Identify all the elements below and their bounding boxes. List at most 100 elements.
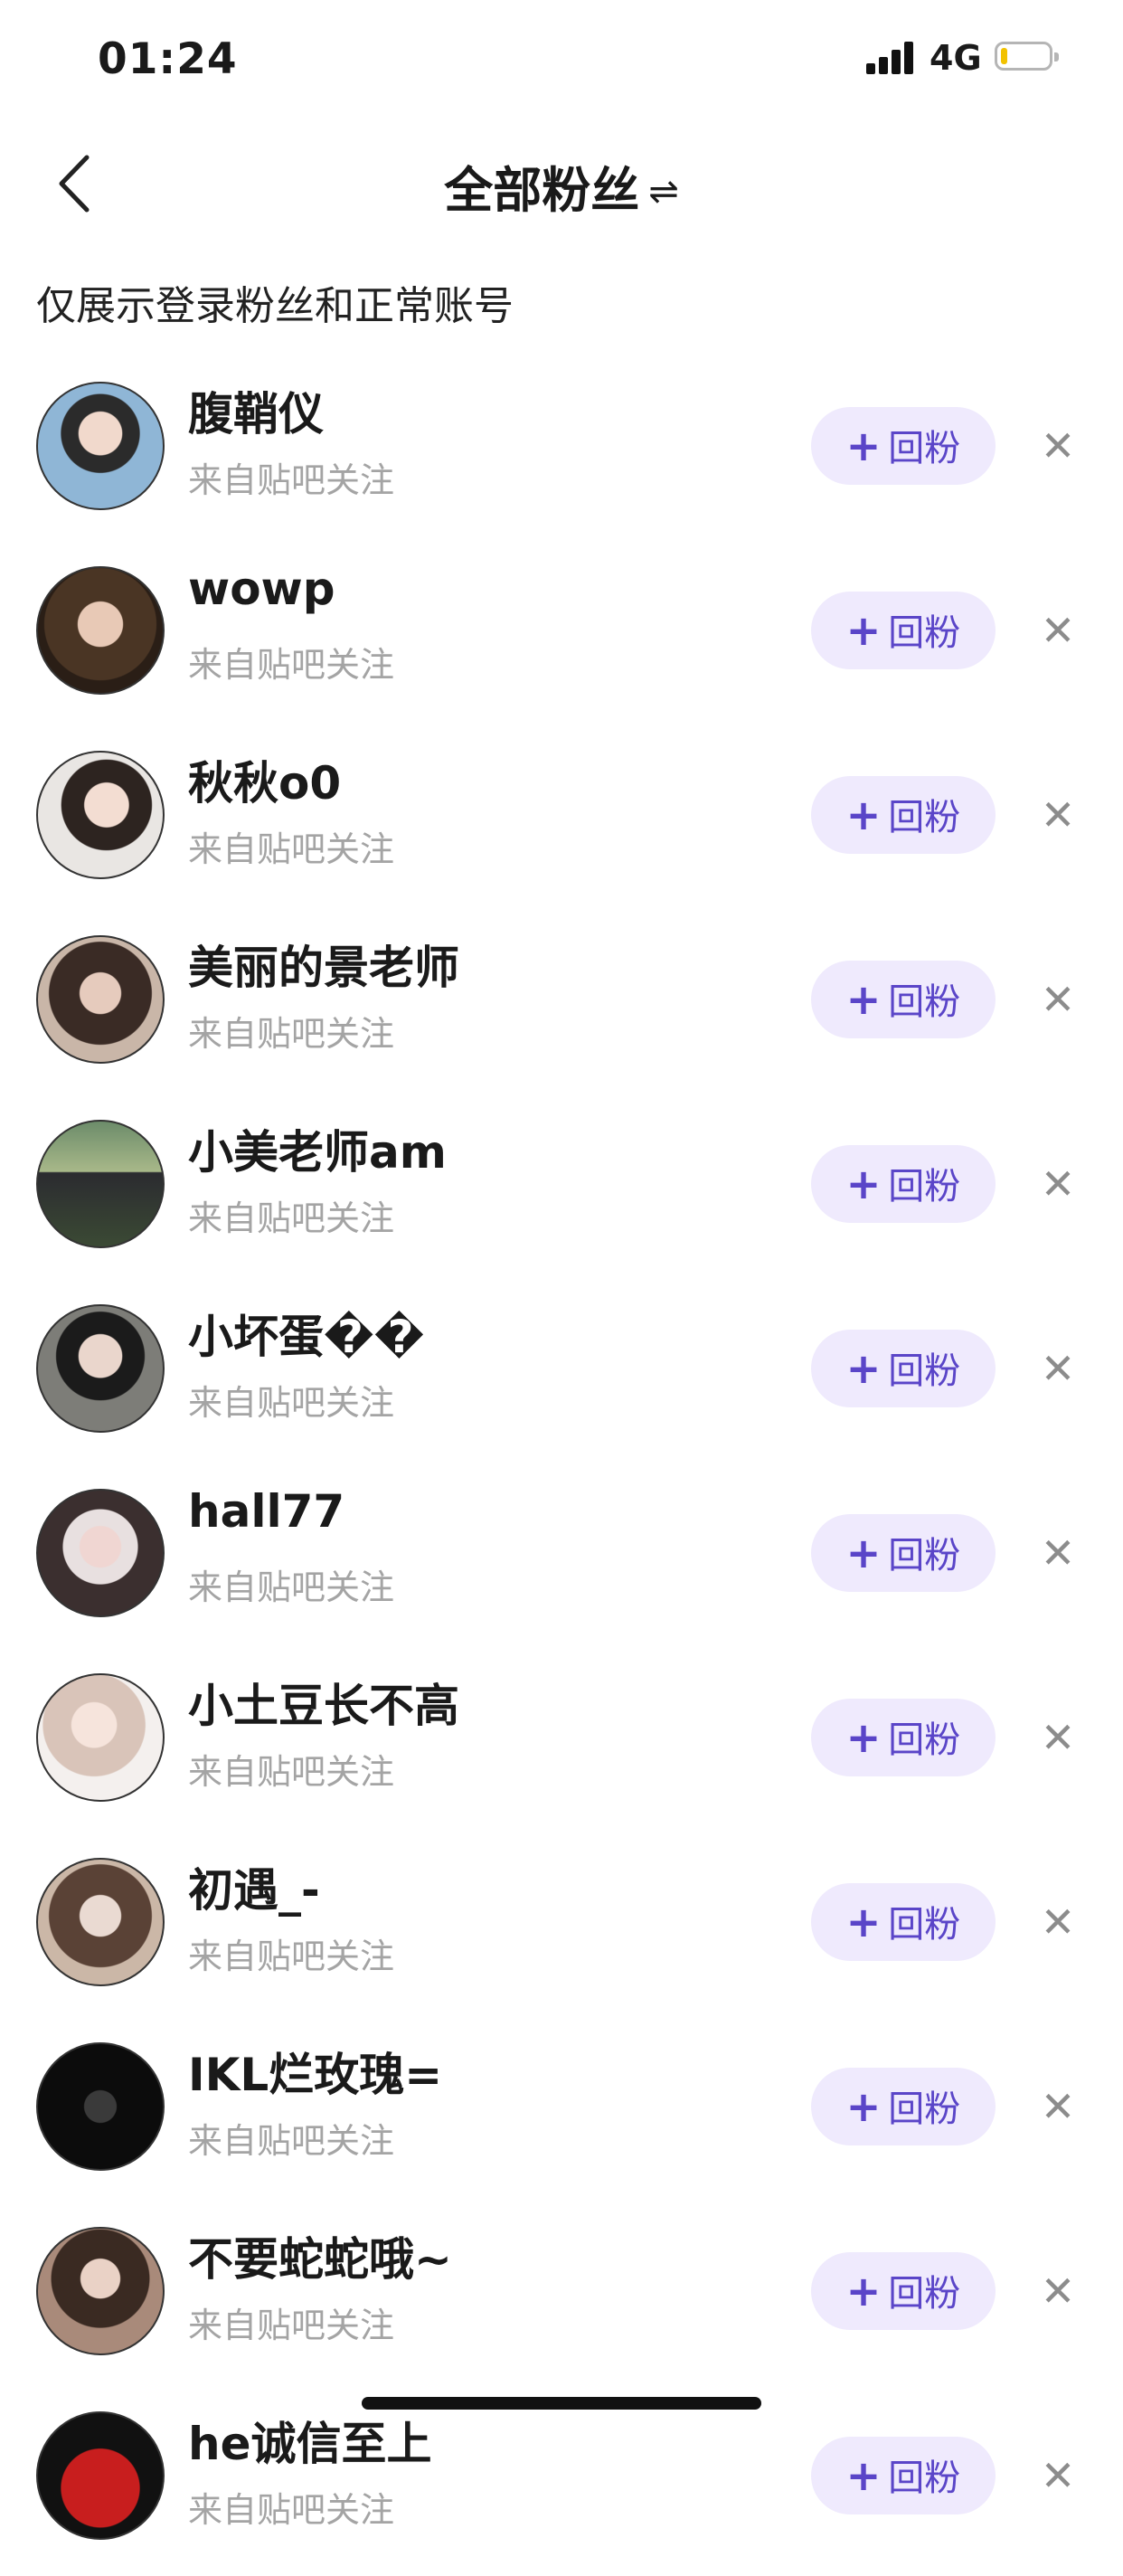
close-icon[interactable]: ✕ bbox=[1040, 1530, 1076, 1576]
follower-source: 来自贴吧关注 bbox=[188, 1014, 395, 1054]
nav-bar: 全部粉丝 ⇌ bbox=[0, 118, 1123, 244]
plus-icon: + bbox=[845, 421, 882, 470]
follower-row[interactable]: wowp 来自贴吧关注 + 回粉 ✕ bbox=[0, 546, 1123, 731]
follower-list: 腹鞘仪 来自贴吧关注 + 回粉 ✕ wowp 来自贴吧关注 + 回粉 ✕ 秋秋o0 来自贴吧关注 + 回粉… bbox=[0, 362, 1123, 2576]
follow-back-label: 回粉 bbox=[888, 2458, 961, 2499]
avatar[interactable] bbox=[36, 2042, 165, 2171]
avatar[interactable] bbox=[36, 935, 165, 1064]
follow-back-button[interactable]: + 回粉 bbox=[811, 1699, 996, 1776]
close-icon[interactable]: ✕ bbox=[1040, 1346, 1076, 1391]
battery-icon bbox=[995, 42, 1059, 71]
notice-text: 仅展示登录粉丝和正常账号 bbox=[36, 283, 514, 329]
follower-source: 来自贴吧关注 bbox=[188, 460, 395, 500]
follower-row[interactable]: 小坏蛋�� 来自贴吧关注 + 回粉 ✕ bbox=[0, 1284, 1123, 1469]
follow-back-label: 回粉 bbox=[888, 1350, 961, 1392]
follow-back-button[interactable]: + 回粉 bbox=[811, 407, 996, 485]
follower-name[interactable]: hall77 bbox=[188, 1485, 344, 1538]
plus-icon: + bbox=[845, 2267, 882, 2316]
follow-back-button[interactable]: + 回粉 bbox=[811, 1145, 996, 1223]
follow-back-label: 回粉 bbox=[888, 1535, 961, 1577]
follower-source: 来自贴吧关注 bbox=[188, 645, 395, 685]
follower-name[interactable]: 初遇_- bbox=[188, 1854, 320, 1919]
follower-source: 来自贴吧关注 bbox=[188, 1937, 395, 1976]
avatar[interactable] bbox=[36, 2411, 165, 2540]
follower-name[interactable]: 小坏蛋�� bbox=[188, 1301, 424, 1366]
follower-source: 来自贴吧关注 bbox=[188, 1567, 395, 1607]
follow-back-button[interactable]: + 回粉 bbox=[811, 961, 996, 1038]
follow-back-button[interactable]: + 回粉 bbox=[811, 2068, 996, 2145]
follow-back-label: 回粉 bbox=[888, 428, 961, 469]
follower-name[interactable]: 小美老师am bbox=[188, 1116, 447, 1181]
avatar[interactable] bbox=[36, 1489, 165, 1617]
follower-name[interactable]: wowp bbox=[188, 563, 335, 615]
follower-row[interactable]: 美丽的景老师来自贴吧关注 + 回粉 ✕ bbox=[0, 915, 1123, 1100]
close-icon[interactable]: ✕ bbox=[1040, 2453, 1076, 2498]
close-icon[interactable]: ✕ bbox=[1040, 792, 1076, 838]
follower-source: 来自贴吧关注 bbox=[188, 1752, 395, 1792]
avatar[interactable] bbox=[36, 2227, 165, 2355]
avatar[interactable] bbox=[36, 1120, 165, 1248]
follower-name[interactable]: 腹鞘仪 bbox=[188, 378, 324, 443]
follow-back-label: 回粉 bbox=[888, 2273, 961, 2315]
avatar[interactable] bbox=[36, 1304, 165, 1433]
follower-name[interactable]: IKL烂玫瑰= bbox=[188, 2039, 442, 2104]
follower-row[interactable]: 小土豆长不高来自贴吧关注 + 回粉 ✕ bbox=[0, 1653, 1123, 1838]
follow-back-label: 回粉 bbox=[888, 1166, 961, 1208]
follower-row[interactable]: 秋秋o0 来自贴吧关注 + 回粉 ✕ bbox=[0, 731, 1123, 915]
follower-source: 来自贴吧关注 bbox=[188, 2490, 395, 2530]
follower-row[interactable]: IKL烂玫瑰= 来自贴吧关注 + 回粉 ✕ bbox=[0, 2022, 1123, 2207]
follow-back-button[interactable]: + 回粉 bbox=[811, 776, 996, 854]
close-icon[interactable]: ✕ bbox=[1040, 1899, 1076, 1945]
follow-back-button[interactable]: + 回粉 bbox=[811, 2437, 996, 2514]
swap-icon: ⇌ bbox=[648, 171, 679, 213]
follower-row[interactable]: 腹鞘仪来自贴吧关注 + 回粉 ✕ bbox=[0, 362, 1123, 546]
follower-source: 来自贴吧关注 bbox=[188, 1383, 395, 1423]
plus-icon: + bbox=[845, 1529, 882, 1577]
plus-icon: + bbox=[845, 2082, 882, 2131]
status-time: 01:24 bbox=[98, 34, 238, 84]
follower-row[interactable]: hall77 来自贴吧关注 + 回粉 ✕ bbox=[0, 1469, 1123, 1653]
follower-source: 来自贴吧关注 bbox=[188, 2306, 395, 2345]
close-icon[interactable]: ✕ bbox=[1040, 977, 1076, 1022]
close-icon[interactable]: ✕ bbox=[1040, 2268, 1076, 2314]
home-indicator bbox=[362, 2397, 761, 2410]
page-title: 全部粉丝 bbox=[444, 162, 640, 219]
follower-row[interactable]: 初遇_- 来自贴吧关注 + 回粉 ✕ bbox=[0, 1838, 1123, 2022]
follower-name[interactable]: 小土豆长不高 bbox=[188, 1670, 459, 1735]
follower-row[interactable]: he诚信至上来自贴吧关注 + 回粉 ✕ bbox=[0, 2391, 1123, 2576]
plus-icon: + bbox=[845, 606, 882, 655]
plus-icon: + bbox=[845, 975, 882, 1024]
plus-icon: + bbox=[845, 1344, 882, 1393]
follow-back-label: 回粉 bbox=[888, 1904, 961, 1946]
follow-back-button[interactable]: + 回粉 bbox=[811, 1514, 996, 1592]
follower-row[interactable]: 小美老师am 来自贴吧关注 + 回粉 ✕ bbox=[0, 1100, 1123, 1284]
follow-back-button[interactable]: + 回粉 bbox=[811, 1330, 996, 1407]
follower-source: 来自贴吧关注 bbox=[188, 2121, 395, 2161]
plus-icon: + bbox=[845, 1898, 882, 1946]
close-icon[interactable]: ✕ bbox=[1040, 608, 1076, 653]
avatar[interactable] bbox=[36, 751, 165, 879]
follower-name[interactable]: 美丽的景老师 bbox=[188, 932, 459, 997]
avatar[interactable] bbox=[36, 382, 165, 510]
close-icon[interactable]: ✕ bbox=[1040, 1161, 1076, 1207]
follow-back-button[interactable]: + 回粉 bbox=[811, 1883, 996, 1961]
follower-name[interactable]: 不要蛇蛇哦~ bbox=[188, 2223, 452, 2288]
follower-name[interactable]: he诚信至上 bbox=[188, 2408, 432, 2473]
status-bar: 01:24 4G bbox=[0, 0, 1123, 118]
close-icon[interactable]: ✕ bbox=[1040, 1715, 1076, 1760]
avatar[interactable] bbox=[36, 1673, 165, 1802]
follower-source: 来自贴吧关注 bbox=[188, 829, 395, 869]
follower-name[interactable]: 秋秋o0 bbox=[188, 747, 341, 812]
close-icon[interactable]: ✕ bbox=[1040, 423, 1076, 469]
avatar[interactable] bbox=[36, 566, 165, 695]
plus-icon: + bbox=[845, 2451, 882, 2500]
plus-icon: + bbox=[845, 1713, 882, 1762]
follow-back-label: 回粉 bbox=[888, 612, 961, 654]
title-switch[interactable]: 全部粉丝 ⇌ bbox=[0, 150, 1123, 222]
follow-back-button[interactable]: + 回粉 bbox=[811, 592, 996, 669]
close-icon[interactable]: ✕ bbox=[1040, 2084, 1076, 2129]
follow-back-button[interactable]: + 回粉 bbox=[811, 2252, 996, 2330]
follower-row[interactable]: 不要蛇蛇哦~ 来自贴吧关注 + 回粉 ✕ bbox=[0, 2207, 1123, 2391]
follow-back-label: 回粉 bbox=[888, 797, 961, 838]
avatar[interactable] bbox=[36, 1858, 165, 1986]
